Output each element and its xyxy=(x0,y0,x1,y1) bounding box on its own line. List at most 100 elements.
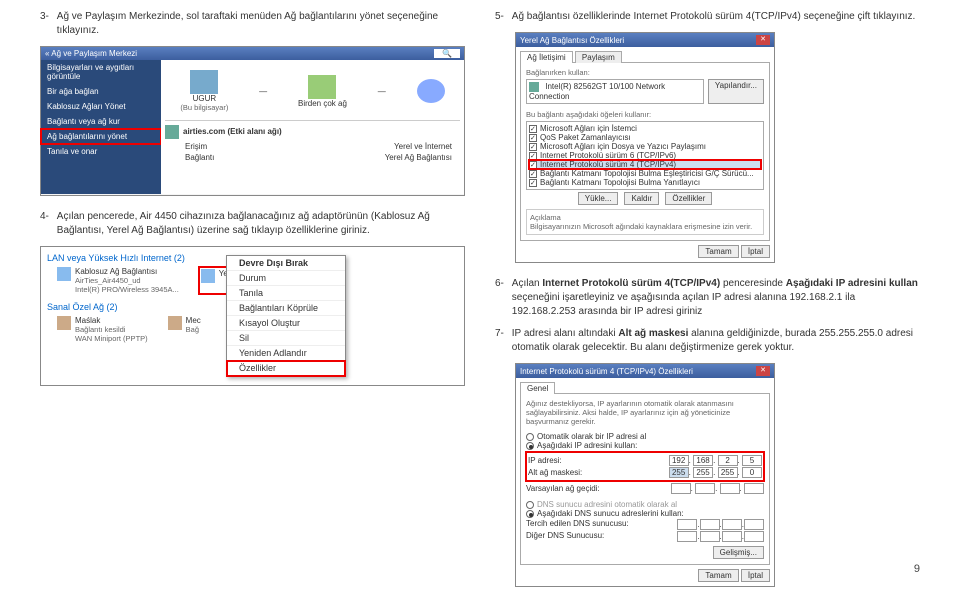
list-item[interactable]: Microsoft Ağları için İstemci xyxy=(540,124,637,133)
ip-octet[interactable]: 192 xyxy=(669,455,689,466)
tab-network[interactable]: Ağ İletişimi xyxy=(520,51,573,63)
ip-octet[interactable]: 5 xyxy=(742,455,762,466)
tab-sharing[interactable]: Paylaşım xyxy=(575,51,622,63)
list-item-tcpip4[interactable]: Internet Protokolü sürüm 4 (TCP/IPv4) xyxy=(540,160,676,169)
conn-desc2: Intel(R) PRO/Wireless 3945A... xyxy=(75,285,179,294)
dns-octet[interactable] xyxy=(677,519,697,530)
radio-manual-dns[interactable] xyxy=(526,510,534,518)
mask-octet[interactable]: 0 xyxy=(742,467,762,478)
checkbox[interactable] xyxy=(529,152,537,160)
uninstall-button[interactable]: Kaldır xyxy=(624,192,659,205)
adapter-name: Intel(R) 82562GT 10/100 Network Connecti… xyxy=(529,82,665,101)
sidebar-item[interactable]: Tanıla ve onar xyxy=(41,144,161,159)
checkbox[interactable] xyxy=(529,143,537,151)
menu-bridge[interactable]: Bağlantıları Köprüle xyxy=(227,301,345,316)
titlebar: « Ağ ve Paylaşım Merkezi 🔍 xyxy=(41,47,464,60)
network-icon xyxy=(308,75,336,99)
dns-octet[interactable] xyxy=(700,519,720,530)
list-item[interactable]: QoS Paket Zamanlayıcısı xyxy=(540,133,631,142)
checkbox[interactable] xyxy=(529,161,537,169)
conn-wireless[interactable]: Kablosuz Ağ Bağlantısı AirTies_Air4450_u… xyxy=(57,267,179,294)
window-connections: LAN veya Yüksek Hızlı Internet (2) Kablo… xyxy=(40,246,465,386)
menu-properties[interactable]: Özellikler xyxy=(227,361,345,376)
tab-general[interactable]: Genel xyxy=(520,382,555,394)
vpn-item[interactable]: Mec Bağ xyxy=(168,316,201,343)
dns-octet[interactable] xyxy=(700,531,720,542)
step-4: 4- Açılan pencerede, Air 4450 cihazınıza… xyxy=(40,210,465,238)
step-text: Açılan Internet Protokolü sürüm 4(TCP/IP… xyxy=(512,277,919,319)
globe-icon xyxy=(417,79,445,103)
sidebar-item[interactable]: Kablosuz Ağları Yönet xyxy=(41,99,161,114)
ok-button[interactable]: Tamam xyxy=(698,245,738,258)
radio-manual-ip[interactable] xyxy=(526,442,534,450)
dns-octet[interactable] xyxy=(744,519,764,530)
cancel-button[interactable]: İptal xyxy=(741,245,770,258)
gw-octet[interactable] xyxy=(744,483,764,494)
checkbox[interactable] xyxy=(529,170,537,178)
search-box[interactable]: 🔍 xyxy=(434,49,460,58)
gw-octet[interactable] xyxy=(695,483,715,494)
mask-octet[interactable]: 255 xyxy=(669,467,689,478)
configure-button[interactable]: Yapılandır... xyxy=(708,79,764,104)
step-text: Ağ ve Paylaşım Merkezinde, sol taraftaki… xyxy=(57,10,464,38)
gw-octet[interactable] xyxy=(671,483,691,494)
install-button[interactable]: Yükle... xyxy=(578,192,619,205)
menu-rename[interactable]: Yeniden Adlandır xyxy=(227,346,345,361)
vpn-icon xyxy=(57,316,71,330)
list-item[interactable]: Internet Protokolü sürüm 6 (TCP/IPv6) xyxy=(540,151,676,160)
dns-octet[interactable] xyxy=(677,531,697,542)
ip-octet[interactable]: 2 xyxy=(718,455,738,466)
cancel-button[interactable]: İptal xyxy=(741,569,770,582)
close-icon[interactable]: ✕ xyxy=(756,366,770,376)
step-num: 5- xyxy=(495,10,509,24)
sidebar-item-manage-connections[interactable]: Ağ bağlantılarını yönet xyxy=(41,129,161,144)
list-item[interactable]: Bağlantı Katmanı Topolojisi Bulma Yanıtl… xyxy=(540,178,700,187)
titlebar: Internet Protokolü sürüm 4 (TCP/IPv4) Öz… xyxy=(516,364,774,378)
dns2-label: Diğer DNS Sunucusu: xyxy=(526,531,604,542)
radio-auto-dns xyxy=(526,501,534,509)
dns-octet[interactable] xyxy=(744,531,764,542)
menu-delete[interactable]: Sil xyxy=(227,331,345,346)
sidebar-item[interactable]: Bağlantı veya ağ kur xyxy=(41,114,161,129)
properties-button[interactable]: Özellikler xyxy=(665,192,712,205)
menu-disable[interactable]: Devre Dışı Bırak xyxy=(227,256,345,271)
computer-sub: (Bu bilgisayar) xyxy=(180,103,228,112)
window-network-center: « Ağ ve Paylaşım Merkezi 🔍 Bilgisayarlar… xyxy=(40,46,465,196)
mask-octet[interactable]: 255 xyxy=(693,467,713,478)
ip-octet[interactable]: 168 xyxy=(693,455,713,466)
list-item[interactable]: Bağlantı Katmanı Topolojisi Bulma Eşleşt… xyxy=(540,169,754,178)
window-ipv4-properties: Internet Protokolü sürüm 4 (TCP/IPv4) Öz… xyxy=(515,363,775,587)
step-num: 6- xyxy=(495,277,509,291)
menu-shortcut[interactable]: Kısayol Oluştur xyxy=(227,316,345,331)
gw-label: Varsayılan ağ geçidi: xyxy=(526,484,600,493)
ok-button[interactable]: Tamam xyxy=(698,569,738,582)
menu-diagnose[interactable]: Tanıla xyxy=(227,286,345,301)
list-item[interactable]: Microsoft Ağları için Dosya ve Yazıcı Pa… xyxy=(540,142,706,151)
advanced-button[interactable]: Gelişmiş... xyxy=(713,546,764,559)
close-icon[interactable]: ✕ xyxy=(756,35,770,45)
vpn-name: Maślak xyxy=(75,316,148,325)
checkbox[interactable] xyxy=(529,125,537,133)
title: Internet Protokolü sürüm 4 (TCP/IPv4) Öz… xyxy=(520,367,693,376)
title: Yerel Ağ Bağlantısı Özellikleri xyxy=(520,36,624,45)
sidebar-item[interactable]: Bilgisayarları ve aygıtları görüntüle xyxy=(41,60,161,84)
checkbox[interactable] xyxy=(529,134,537,142)
vpn-item[interactable]: Maślak Bağlantı kesildi WAN Miniport (PP… xyxy=(57,316,148,343)
conn-name: Kablosuz Ağ Bağlantısı xyxy=(75,267,179,276)
radio-auto-ip[interactable] xyxy=(526,433,534,441)
connect-label: Bağlanırken kullan: xyxy=(526,68,764,77)
checkbox[interactable] xyxy=(529,179,537,187)
gw-octet[interactable] xyxy=(720,483,740,494)
mask-octet[interactable]: 255 xyxy=(718,467,738,478)
sidebar-item[interactable]: Bir ağa bağlan xyxy=(41,84,161,99)
radio-label: Aşağıdaki DNS sunucu adreslerini kullan: xyxy=(537,509,684,518)
components-list[interactable]: Microsoft Ağları için İstemci QoS Paket … xyxy=(526,121,764,190)
access-label: Erişim xyxy=(185,142,207,151)
vpn-desc2: WAN Miniport (PPTP) xyxy=(75,334,148,343)
menu-status[interactable]: Durum xyxy=(227,271,345,286)
radio-label: Otomatik olarak bir IP adresi al xyxy=(537,432,646,441)
adapter-box: Intel(R) 82562GT 10/100 Network Connecti… xyxy=(526,79,704,104)
vpn-name: Mec xyxy=(186,316,201,325)
dns-octet[interactable] xyxy=(722,531,742,542)
dns-octet[interactable] xyxy=(722,519,742,530)
